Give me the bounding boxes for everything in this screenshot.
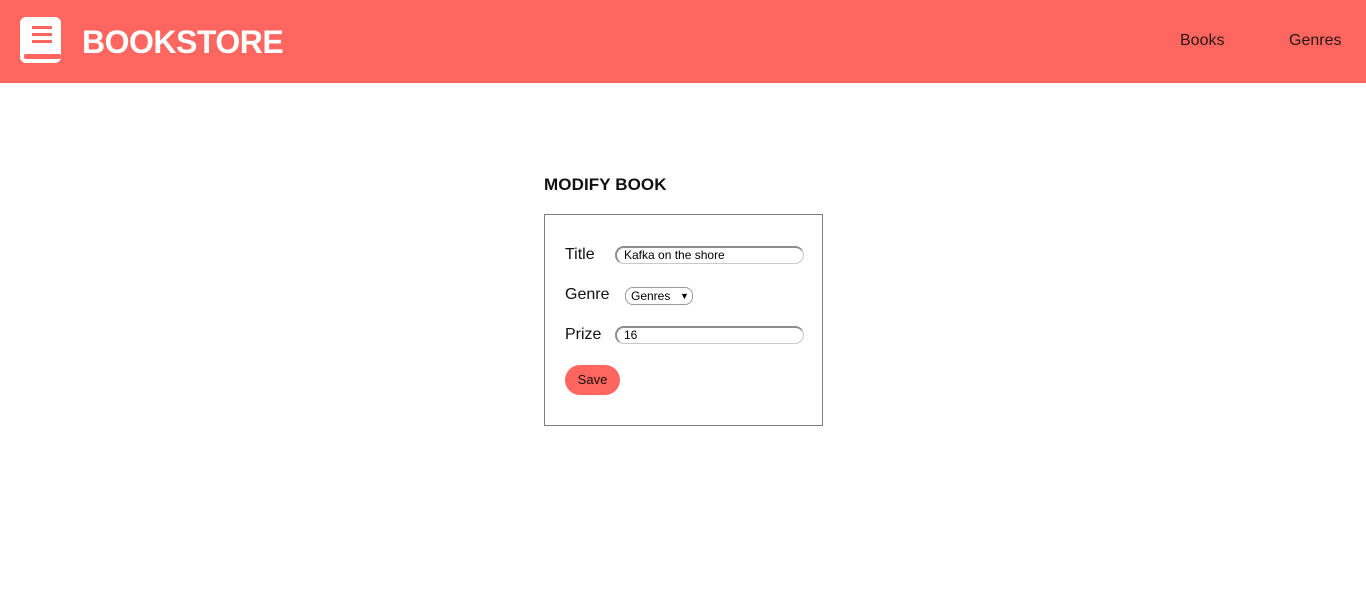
save-button[interactable]: Save: [565, 365, 620, 395]
genre-select[interactable]: Genres ▼: [625, 287, 693, 305]
nav-link-genres[interactable]: Genres: [1289, 31, 1341, 51]
book-icon[interactable]: [20, 17, 63, 65]
prize-input[interactable]: [615, 326, 804, 344]
nav-link-books[interactable]: Books: [1180, 31, 1224, 51]
navbar: BOOKSTORE Books Genres: [0, 0, 1366, 83]
title-label: Title: [565, 246, 595, 263]
modify-book-form: Title Genre Genres ▼ Prize Save: [544, 214, 823, 426]
brand-title[interactable]: BOOKSTORE: [82, 22, 284, 62]
genre-label: Genre: [565, 286, 610, 303]
page-title: MODIFY BOOK: [544, 175, 667, 194]
prize-label: Prize: [565, 326, 602, 343]
dropdown-arrow-icon: ▼: [680, 291, 689, 301]
title-input[interactable]: [615, 246, 804, 264]
genre-select-value: Genres: [631, 289, 671, 303]
